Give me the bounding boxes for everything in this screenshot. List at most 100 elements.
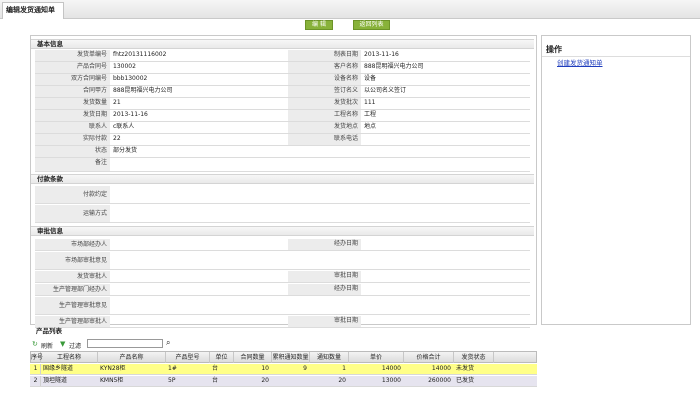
- table-cell: 2: [33, 377, 38, 384]
- search-icon[interactable]: ⌕: [166, 338, 170, 348]
- approval-row: 市场部经办人 经办日期: [35, 239, 530, 251]
- main-form-panel: 基本信息 发货单编号 fhtz20131116002 制表日期 2013-11-16 产…: [30, 35, 537, 328]
- approval-value: [361, 239, 530, 250]
- basic-info-value: c联系人: [113, 123, 135, 130]
- approval-label: 发货审批人: [35, 271, 110, 282]
- tab-edit-shipping-notice[interactable]: 编辑发货通知单: [2, 2, 64, 19]
- basic-info-value: 111: [364, 99, 376, 106]
- table-cell: 未发货: [456, 365, 475, 372]
- grid-column-header[interactable]: 价格合计: [404, 352, 454, 363]
- basic-info-value: 地点: [364, 123, 377, 130]
- grid-column-header[interactable]: 工程名称: [41, 352, 98, 363]
- basic-info-label: 状态: [35, 146, 110, 157]
- approval-row: 发货审批人 审批日期: [35, 271, 530, 283]
- basic-info-label: 联系人: [35, 122, 110, 133]
- table-cell: 9: [303, 365, 307, 372]
- basic-info-row: 合同甲方 888昆明福兴电力公司 签订名义 以公司名义签订: [35, 86, 530, 98]
- approval-label: 市场部审批意见: [35, 252, 110, 269]
- grid-column-header[interactable]: 产品名称: [98, 352, 166, 363]
- approval-row: 市场部审批意见: [35, 252, 530, 270]
- grid-column-header[interactable]: 发货状态: [454, 352, 494, 363]
- basic-info-value: 工程: [364, 111, 377, 118]
- table-cell: 国缘乡隧道: [43, 365, 74, 372]
- table-row[interactable]: 1 国缘乡隧道 KYN28柜 1# 台 10 9 1 14000 14000 未发货: [30, 364, 537, 375]
- payment-terms-header: 付款条款: [31, 174, 534, 184]
- basic-info-value: 以公司名义签订: [364, 87, 407, 94]
- basic-info-value: 2013-11-16: [113, 111, 148, 118]
- grid-column-header[interactable]: 单价: [349, 352, 404, 363]
- approval-label: 审批日期: [288, 271, 361, 282]
- approval-value: [110, 297, 530, 314]
- basic-info-label: 实际付款: [35, 134, 110, 145]
- approval-label: 生产管理审批意见: [35, 297, 110, 314]
- basic-info-label: 双方合同编号: [35, 74, 110, 85]
- grid-column-header[interactable]: 合同数量: [234, 352, 272, 363]
- table-row[interactable]: 2 頂坦隧道 KMN5柜 5P 台 20 20 13000 260000 已发货: [30, 376, 537, 387]
- edit-button[interactable]: 编 辑: [305, 20, 333, 30]
- basic-info-value: bbb130002: [113, 75, 148, 82]
- basic-info-value: fhtz20131116002: [113, 51, 167, 58]
- basic-info-label: 联系电话: [288, 134, 361, 145]
- refresh-button[interactable]: 刷新: [41, 341, 53, 350]
- table-cell: [274, 376, 307, 386]
- table-cell: 10: [261, 365, 269, 372]
- approval-value: [110, 239, 288, 250]
- approval-value: [110, 316, 288, 327]
- table-cell: 1: [33, 365, 38, 372]
- shipping-method-value: [110, 205, 530, 222]
- grid-column-header[interactable]: 通知数量: [310, 352, 349, 363]
- basic-info-label: 发货日期: [35, 110, 110, 121]
- approval-value: [361, 271, 530, 282]
- basic-info-row: 发货日期 2013-11-16 工程名称 工程: [35, 110, 530, 122]
- approval-row: 生产管理审批意见: [35, 297, 530, 315]
- basic-info-value: 22: [113, 135, 121, 142]
- table-cell: 已发货: [456, 377, 475, 384]
- basic-info-value: 21: [113, 99, 121, 106]
- table-cell: 5P: [168, 377, 176, 384]
- filter-input[interactable]: [87, 339, 163, 348]
- filter-button[interactable]: 过滤: [69, 341, 81, 350]
- row-number-divider: [40, 364, 41, 374]
- basic-info-row: 备注: [35, 158, 530, 172]
- product-grid-header: 序号 工程名称 产品名称 产品型号 单位 合同数量 累积通知数量 通知数量 单价 价格合计 发货状态: [30, 351, 537, 363]
- approval-value: [110, 284, 288, 295]
- basic-info-header: 基本信息: [31, 39, 534, 49]
- table-cell: 14000: [381, 365, 401, 372]
- basic-info-value: 部分发货: [113, 147, 138, 154]
- grid-column-header[interactable]: 序号: [31, 352, 43, 363]
- basic-info-row: 联系人 c联系人 发货地点 地点: [35, 122, 530, 134]
- basic-info-value: 设备: [364, 75, 377, 82]
- table-cell: 台: [212, 365, 219, 372]
- grid-column-header[interactable]: 累积通知数量: [272, 352, 310, 363]
- product-list-title: 产品列表: [36, 327, 62, 335]
- grid-column-header[interactable]: 单位: [210, 352, 234, 363]
- row-number-divider: [40, 376, 41, 386]
- table-cell: 1: [342, 365, 346, 372]
- basic-info-row: 状态 部分发货: [35, 146, 530, 158]
- basic-info-label: 发货单编号: [35, 50, 110, 61]
- refresh-icon[interactable]: ↻: [32, 340, 38, 348]
- basic-info-value: 888昆明福兴电力公司: [364, 63, 424, 70]
- basic-info-label: 发货数量: [35, 98, 110, 109]
- approval-value: [110, 271, 288, 282]
- create-shipping-notice-link[interactable]: 创建发货通知单: [557, 57, 603, 67]
- payment-terms-label: 付款约定: [35, 186, 110, 203]
- basic-info-label: 工程名称: [288, 110, 361, 121]
- filter-icon[interactable]: ▼: [60, 340, 65, 348]
- table-cell: 14000: [431, 365, 451, 372]
- shipping-method-row: 运输方式: [35, 205, 530, 223]
- payment-terms-value: [110, 186, 530, 203]
- grid-column-header[interactable]: 产品型号: [166, 352, 210, 363]
- approval-info-header: 审批信息: [31, 226, 534, 236]
- back-to-list-button[interactable]: 返回列表: [353, 20, 390, 30]
- side-operations-panel: 操作 创建发货通知单: [541, 35, 691, 325]
- basic-info-label: 签订名义: [288, 86, 361, 97]
- approval-label: 经办日期: [288, 239, 361, 250]
- approval-label: 市场部经办人: [35, 239, 110, 250]
- basic-info-label: 产品合同号: [35, 62, 110, 73]
- table-cell: 20: [338, 377, 346, 384]
- basic-info-label: 合同甲方: [35, 86, 110, 97]
- table-cell: KMN5柜: [100, 377, 124, 384]
- table-cell: KYN28柜: [100, 365, 126, 372]
- table-cell: 260000: [428, 377, 451, 384]
